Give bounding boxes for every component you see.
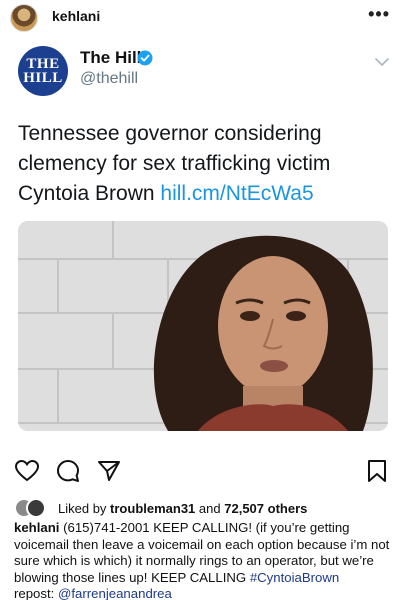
tweet-photo xyxy=(18,221,388,431)
comment-icon[interactable] xyxy=(55,458,81,484)
repost-mention[interactable]: @farrenjeanandrea xyxy=(58,586,172,600)
share-icon[interactable] xyxy=(96,458,122,484)
the-hill-logo: THE HILL xyxy=(18,46,68,96)
action-bar xyxy=(0,452,404,490)
post-caption: kehlani (615)741-2001 KEEP CALLING! (if … xyxy=(14,520,398,600)
verified-badge-icon xyxy=(137,50,153,66)
tweet-author-handle: @thehill xyxy=(80,70,139,87)
avatar[interactable] xyxy=(10,4,38,32)
heart-icon[interactable] xyxy=(14,458,40,484)
bookmark-icon[interactable] xyxy=(364,458,390,484)
tweet-author-name: The Hill xyxy=(80,48,142,67)
likes-prefix: Liked by xyxy=(58,500,107,516)
avatar xyxy=(26,498,46,518)
likes-conj: and xyxy=(198,500,221,516)
tweet-link: hill.cm/NtEcWa5 xyxy=(160,182,314,205)
liker-username[interactable]: troubleman31 xyxy=(110,501,195,516)
caption-hashtag[interactable]: #CyntoiaBrown xyxy=(250,570,339,585)
post-username[interactable]: kehlani xyxy=(52,8,100,24)
logo-text-top: THE xyxy=(26,56,60,72)
likes-count[interactable]: 72,507 others xyxy=(224,501,307,516)
liker-avatars xyxy=(14,497,52,519)
post-header: kehlani ••• xyxy=(0,0,404,36)
caption-username[interactable]: kehlani xyxy=(14,520,59,535)
repost-label: repost: xyxy=(14,586,55,600)
embedded-tweet: THE HILL The Hill @thehill Tennessee gov… xyxy=(0,36,404,449)
tweet-text: Tennessee governor considering clemency … xyxy=(18,119,388,209)
portrait-photo xyxy=(18,221,388,431)
chevron-down-icon xyxy=(375,58,389,67)
likes-text: Liked by troubleman31 and 72,507 others xyxy=(58,501,307,516)
likes-summary[interactable]: Liked by troubleman31 and 72,507 others xyxy=(14,497,307,519)
logo-text-bottom: HILL xyxy=(23,70,63,86)
more-options-icon[interactable]: ••• xyxy=(368,4,390,25)
